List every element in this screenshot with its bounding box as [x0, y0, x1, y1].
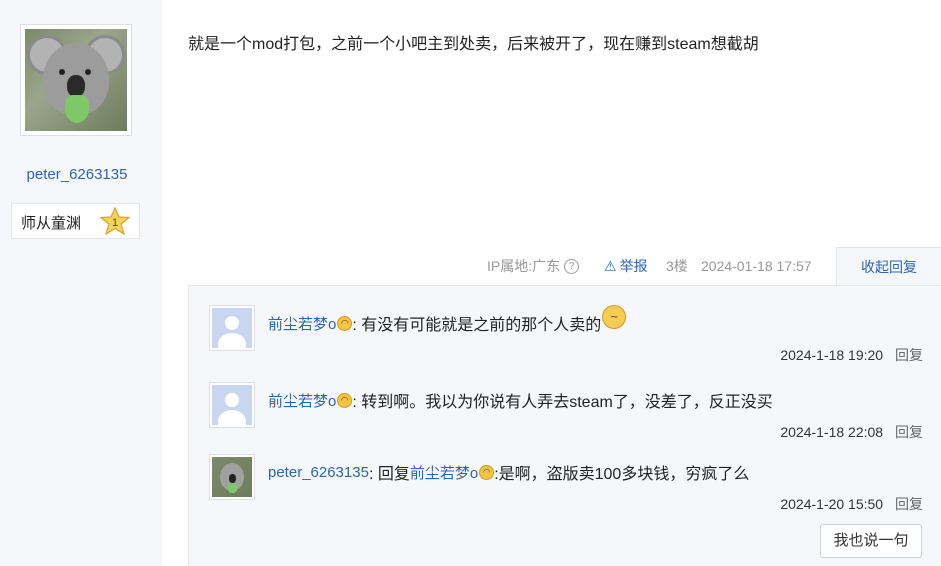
reply-time: 2024-1-18 22:08 [780, 424, 884, 440]
level-star-icon: 1 [100, 207, 130, 235]
ip-location: IP属地:广东 ? [487, 256, 580, 276]
reply-time: 2024-1-18 19:20 [780, 347, 884, 363]
reply-text: :是啊，盗版卖100多块钱，穷疯了么 [494, 466, 750, 483]
author-avatar[interactable] [20, 24, 132, 136]
reply-time: 2024-1-20 15:50 [780, 496, 884, 512]
author-sidebar: peter_6263135 师从童渊 1 [0, 0, 162, 566]
reply-prefix: : 回复 [368, 466, 410, 483]
reply-avatar[interactable] [209, 382, 255, 428]
reply-text: : 转到啊。我以为你说有人弄去steam了，没差了，反正没买 [352, 394, 773, 411]
reply-content: peter_6263135 : 回复 前尘若梦o ◠ :是啊，盗版卖100多块钱… [268, 460, 749, 484]
ip-location-label: IP属地:广东 [487, 258, 561, 274]
reply-username[interactable]: 前尘若梦o [268, 390, 336, 411]
laugh-emoji-icon: ◠ [479, 464, 495, 480]
report-label: 举报 [619, 258, 648, 274]
help-icon[interactable]: ? [564, 258, 580, 274]
koala-avatar-image [212, 457, 252, 497]
reply-button[interactable]: 回复 [895, 424, 923, 440]
reply-content: 前尘若梦o ◠ : 转到啊。我以为你说有人弄去steam了，没差了，反正没买 [268, 388, 773, 412]
reply-meta: 2024-1-20 15:50 回复 [780, 494, 923, 514]
reply-item: 前尘若梦o ◠ : 有没有可能就是之前的那个人卖的 ~ 2024-1-18 19… [209, 305, 923, 365]
default-user-icon [212, 308, 252, 348]
reply-item: 前尘若梦o ◠ : 转到啊。我以为你说有人弄去steam了，没差了，反正没买 2… [209, 382, 923, 442]
default-user-icon [212, 385, 252, 425]
koala-avatar-image [25, 29, 127, 131]
badge-label: 师从童渊 [21, 215, 82, 232]
reply-avatar[interactable] [209, 305, 255, 351]
reply-username[interactable]: peter_6263135 [268, 464, 369, 481]
reply-text: : 有没有可能就是之前的那个人卖的 [352, 317, 602, 334]
post-content: 就是一个mod打包，之前一个小吧主到处卖，后来被开了，现在赚到steam想截胡 [188, 36, 759, 53]
reply-item: peter_6263135 : 回复 前尘若梦o ◠ :是啊，盗版卖100多块钱… [209, 454, 923, 514]
author-badge[interactable]: 师从童渊 1 [11, 203, 140, 239]
warning-icon: ⚠ [604, 257, 617, 274]
floor-number: 3楼 [666, 258, 688, 274]
collapse-replies-button[interactable]: 收起回复 [836, 247, 941, 286]
reply-meta: 2024-1-18 19:20 回复 [780, 345, 923, 365]
add-comment-button[interactable]: 我也说一句 [820, 524, 922, 558]
reply-button[interactable]: 回复 [895, 347, 923, 363]
reply-avatar[interactable] [209, 454, 255, 500]
report-button[interactable]: ⚠ 举报 [604, 256, 648, 276]
thinking-emoji-icon: ~ [602, 305, 627, 329]
reply-target-username[interactable]: 前尘若梦o [410, 462, 478, 483]
reply-username[interactable]: 前尘若梦o [268, 313, 336, 334]
post-timestamp: 2024-01-18 17:57 [701, 258, 812, 274]
laugh-emoji-icon: ◠ [337, 315, 353, 331]
reply-button[interactable]: 回复 [895, 496, 923, 512]
author-username[interactable]: peter_6263135 [0, 166, 154, 183]
laugh-emoji-icon: ◠ [337, 392, 353, 408]
badge-level: 1 [112, 217, 118, 229]
reply-content: 前尘若梦o ◠ : 有没有可能就是之前的那个人卖的 ~ [268, 305, 627, 335]
reply-meta: 2024-1-18 22:08 回复 [780, 422, 923, 442]
